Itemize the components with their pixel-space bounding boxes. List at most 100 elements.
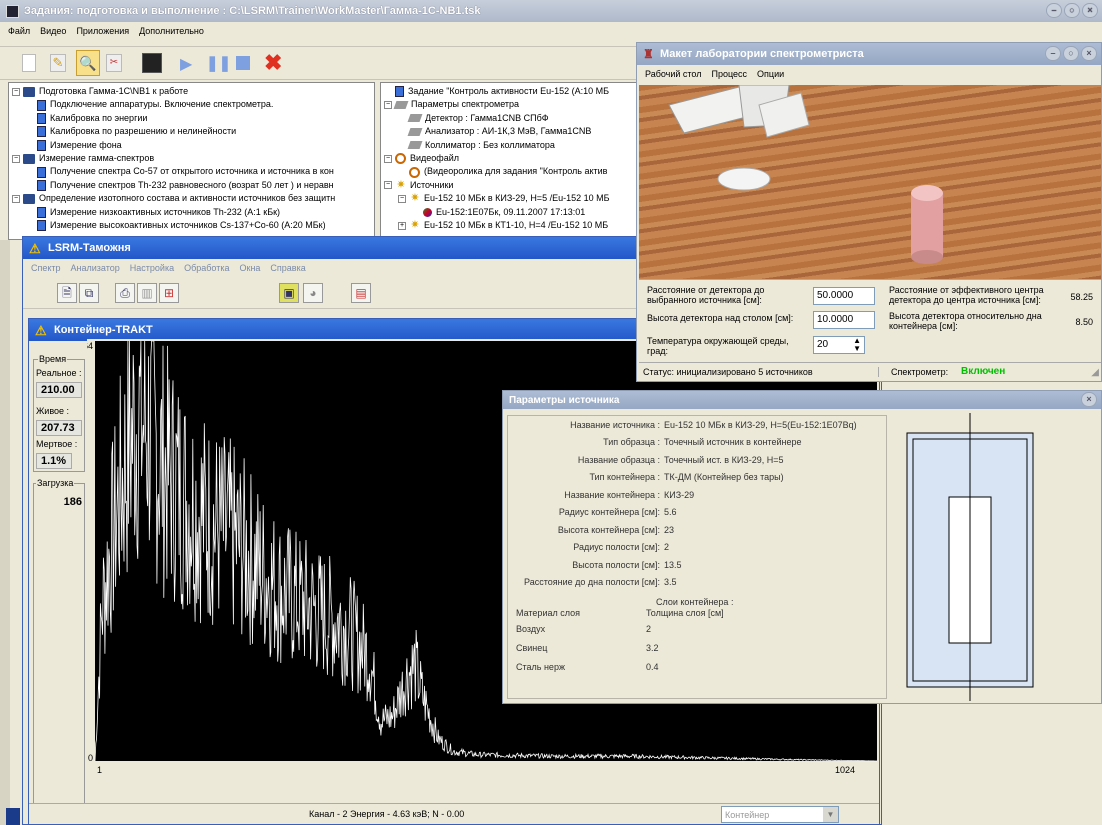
main-menu-item-3[interactable]: Дополнительно (139, 26, 204, 36)
detector-icon[interactable]: ▣ (279, 283, 299, 303)
load-value: 186 (63, 496, 82, 508)
lsrm-menu-item-1[interactable]: Анализатор (71, 263, 120, 273)
delete-x-icon[interactable]: ✖ (264, 50, 282, 76)
expand-toggle-icon[interactable]: − (12, 154, 20, 163)
expand-toggle-icon[interactable]: − (384, 101, 392, 110)
tree-item[interactable]: Подключение аппаратуры. Включение спектр… (9, 98, 374, 111)
tree-item-label: Подготовка Гамма-1С\NB1 к работе (39, 86, 189, 96)
tree-item[interactable]: Получение спектра Co-57 от открытого ист… (9, 165, 374, 178)
close-icon[interactable]: × (1081, 46, 1097, 61)
chevron-down-icon[interactable]: ▼ (823, 807, 838, 822)
lsrm-menu-item-0[interactable]: Спектр (31, 263, 61, 273)
tree-item[interactable]: Получение спектров Th-232 равновесного (… (9, 179, 374, 192)
tree-item[interactable]: − ✷ Eu-152 10 МБк в КИЗ-29, H=5 /Eu-152 10… (381, 192, 641, 205)
tree-item-label: Eu-152:1E07Бк, 09.11.2007 17:13:01 (436, 206, 586, 217)
tree-item[interactable]: − Подготовка Гамма-1С\NB1 к работе (9, 85, 374, 98)
minimize-icon[interactable]: – (1045, 46, 1061, 61)
expand-toggle-icon[interactable]: − (384, 154, 392, 163)
close-icon[interactable]: × (1082, 3, 1098, 18)
video-icon (395, 153, 406, 165)
lsrm-menu-item-2[interactable]: Настройка (130, 263, 174, 273)
height-input[interactable]: 10.0000 (813, 311, 875, 329)
lab-menubar: Рабочий стол Процесс Опции (637, 65, 1101, 83)
tree-item[interactable]: (Видеоролика для задания "Контроль актив (381, 165, 641, 178)
tree-item[interactable]: − Измерение гамма-спектров (9, 152, 374, 165)
tree-item[interactable]: Калибровка по разрешению и нелинейности (9, 125, 374, 138)
main-title-bar[interactable]: Задания: подготовка и выполнение : C:\LS… (0, 0, 1102, 22)
params-window-controls: × (1081, 392, 1097, 407)
param-value: 5.6 (664, 507, 677, 518)
bell-icon[interactable]: ◕ (303, 283, 323, 303)
lab-title-bar[interactable]: ♜ Макет лаборатории спектрометриста – ○ × (637, 43, 1101, 65)
temp-spinner[interactable]: 20 ▲ ▼ (813, 336, 865, 354)
tree-item[interactable]: Измерение низкоактивных источников Th-23… (9, 206, 374, 219)
cut-icon[interactable]: ✂ (106, 54, 122, 72)
lsrm-menu-item-4[interactable]: Окна (240, 263, 261, 273)
tree-item[interactable]: Калибровка по энергии (9, 112, 374, 125)
expand-toggle-icon[interactable]: + (398, 221, 406, 230)
play-icon[interactable]: ▶ (180, 54, 192, 74)
maximize-icon[interactable]: ○ (1063, 46, 1079, 61)
new-file-icon[interactable] (22, 54, 36, 72)
lsrm-menu-item-5[interactable]: Справка (270, 263, 305, 273)
task-tree[interactable]: − Подготовка Гамма-1С\NB1 к работе Подключ… (8, 82, 375, 240)
params-title-bar[interactable]: Параметры источника × (503, 391, 1101, 409)
param-row: Тип контейнера : ТК-ДМ (Контейнер без тар… (508, 469, 886, 487)
resize-grip-icon[interactable]: ◢ (1091, 367, 1099, 378)
layer-row: Воздух 2 (508, 619, 886, 638)
tree-item[interactable]: − Параметры спектрометра (381, 98, 641, 111)
layer-row: Сталь нерж 0.4 (508, 657, 886, 676)
expand-toggle-icon[interactable]: − (384, 181, 392, 190)
params-list: Название источника : Eu-152 10 МБк в КИЗ-… (507, 415, 887, 699)
main-menu-item-1[interactable]: Видео (40, 26, 66, 36)
tree-item-label: Параметры спектрометра (411, 99, 520, 110)
source-cylinder-top (911, 185, 943, 201)
close-icon[interactable]: × (1081, 392, 1097, 407)
lab-menu-item-1[interactable]: Процесс (712, 69, 748, 79)
container-combo[interactable]: Контейнер ▼ (721, 806, 839, 823)
lab-menu-item-2[interactable]: Опции (757, 69, 784, 79)
lab-3d-scene[interactable] (639, 85, 1101, 279)
open-spectrum-icon[interactable]: 🗎 (57, 283, 77, 303)
main-menu-item-2[interactable]: Приложения (76, 26, 129, 36)
table-icon[interactable]: ⊞ (159, 283, 179, 303)
param-row: Название источника : Eu-152 10 МБк в КИЗ-… (508, 416, 886, 434)
spinner-arrows-icon[interactable]: ▲ ▼ (853, 337, 861, 353)
print-icon[interactable]: ⎙ (115, 283, 135, 303)
task-details-tree[interactable]: Задание "Контроль активности Eu-152 (А:1… (380, 82, 642, 240)
eff-center-value: 58.25 (1070, 292, 1093, 302)
film-icon[interactable] (142, 53, 162, 73)
distance-input[interactable]: 50.0000 (813, 287, 875, 305)
tree-item[interactable]: Задание "Контроль активности Eu-152 (А:1… (381, 85, 641, 98)
lab-menu-item-0[interactable]: Рабочий стол (645, 69, 702, 79)
pause-icon[interactable]: ❚❚ (206, 54, 231, 72)
tree-item[interactable]: Коллиматор : Без коллиматора (381, 139, 641, 152)
tree-item[interactable]: Анализатор : АИ-1К,3 МэВ, Гамма1CNB (381, 125, 641, 138)
report-icon[interactable]: ▤ (351, 283, 371, 303)
search-icon[interactable]: 🔍 (76, 50, 100, 76)
tree-item[interactable]: Eu-152:1E07Бк, 09.11.2007 17:13:01 (381, 206, 641, 219)
copy-icon[interactable]: ⧉ (79, 283, 99, 303)
param-key: Радиус полости [см]: (573, 542, 660, 553)
tree-item[interactable]: − Определение изотопного состава и активн… (9, 192, 374, 205)
bottom-scroll-arrow[interactable] (6, 808, 20, 825)
tree-item[interactable]: + ✷ Eu-152 10 МБк в КТ1-10, H=4 /Eu-152 10… (381, 219, 641, 232)
minimize-icon[interactable]: – (1046, 3, 1062, 18)
tree-item[interactable]: − ✷ Источники (381, 179, 641, 192)
app-icon (6, 4, 19, 18)
temp-value: 20 (817, 339, 829, 350)
expand-toggle-icon[interactable]: − (12, 194, 20, 203)
stop-icon[interactable] (236, 56, 250, 70)
expand-toggle-icon[interactable]: − (12, 87, 20, 96)
tree-item[interactable]: Детектор : Гамма1CNB СПбФ (381, 112, 641, 125)
spectrometer-state: Включен (961, 366, 1006, 377)
main-menu-item-0[interactable]: Файл (8, 26, 30, 36)
tree-item[interactable]: − Видеофайл (381, 152, 641, 165)
tree-item[interactable]: Измерение высокоактивных источников Cs-1… (9, 219, 374, 232)
maximize-icon[interactable]: ○ (1064, 3, 1080, 18)
expand-toggle-icon[interactable]: − (398, 194, 406, 203)
lsrm-menu-item-3[interactable]: Обработка (184, 263, 229, 273)
edit-icon[interactable]: ✎ (50, 54, 66, 72)
save-icon[interactable]: ▥ (137, 283, 157, 303)
tree-item[interactable]: Измерение фона (9, 139, 374, 152)
